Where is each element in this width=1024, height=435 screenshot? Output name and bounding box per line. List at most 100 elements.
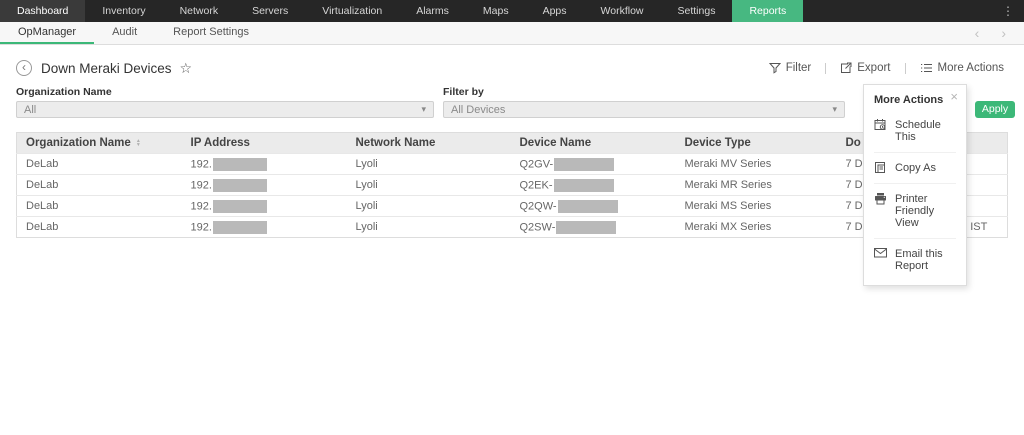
menu-item-label: Copy As xyxy=(895,162,936,174)
favorite-star-icon[interactable]: ☆ xyxy=(180,60,193,77)
chevron-down-icon: ▾ xyxy=(832,104,837,115)
redacted-text xyxy=(213,158,267,171)
column-device-type[interactable]: Device Type xyxy=(676,133,837,154)
header-actions: Filter Export More Actions xyxy=(765,62,1008,74)
separator xyxy=(825,63,826,74)
menu-title: More Actions xyxy=(874,94,956,106)
more-actions-button[interactable]: More Actions xyxy=(916,62,1008,74)
nav-dashboard[interactable]: Dashboard xyxy=(0,0,85,22)
cell-device-name: Q2SW- xyxy=(511,217,676,238)
table-row: DeLab 192. Lyoli Q2EK- Meraki MR Series … xyxy=(17,175,1008,196)
cell-network-name: Lyoli xyxy=(347,154,511,175)
filter-by-select[interactable]: All Devices ▾ xyxy=(443,101,845,118)
organization-filter: Organization Name All ▾ xyxy=(16,86,434,118)
sub-navigation: OpManager Audit Report Settings ‹ › xyxy=(0,22,1024,45)
back-button[interactable]: ‹ xyxy=(16,60,32,76)
menu-item-label: Printer Friendly View xyxy=(895,193,956,229)
cell-organization: DeLab xyxy=(17,175,182,196)
list-icon xyxy=(920,62,933,74)
tab-report-settings[interactable]: Report Settings xyxy=(155,22,267,44)
cell-device-type: Meraki MV Series xyxy=(676,154,837,175)
nav-alarms[interactable]: Alarms xyxy=(399,0,466,22)
column-label: Organization Name xyxy=(26,137,131,149)
page-title: Down Meraki Devices xyxy=(41,61,172,76)
menu-item-schedule-this[interactable]: Schedule This xyxy=(874,110,956,152)
cell-device-type: Meraki MR Series xyxy=(676,175,837,196)
filter-button[interactable]: Filter xyxy=(765,62,816,74)
copy-icon xyxy=(874,162,887,174)
nav-apps[interactable]: Apps xyxy=(526,0,584,22)
column-device-name[interactable]: Device Name xyxy=(511,133,676,154)
table-row: DeLab 192. Lyoli Q2GV- Meraki MV Series … xyxy=(17,154,1008,175)
cell-network-name: Lyoli xyxy=(347,175,511,196)
nav-virtualization[interactable]: Virtualization xyxy=(305,0,399,22)
cell-ip-address: 192. xyxy=(182,196,347,217)
nav-workflow[interactable]: Workflow xyxy=(584,0,661,22)
redacted-text xyxy=(554,158,614,171)
page-header: ‹ Down Meraki Devices ☆ Filter Export xyxy=(16,57,1008,79)
table-row: DeLab 192. Lyoli Q2QW- Meraki MS Series … xyxy=(17,196,1008,217)
cell-device-name: Q2GV- xyxy=(511,154,676,175)
redacted-text xyxy=(556,221,616,234)
column-ip-address[interactable]: IP Address xyxy=(182,133,347,154)
tab-opmanager[interactable]: OpManager xyxy=(0,22,94,44)
redacted-text xyxy=(558,200,618,213)
cell-device-name: Q2QW- xyxy=(511,196,676,217)
export-button[interactable]: Export xyxy=(836,62,894,74)
funnel-icon xyxy=(769,62,781,74)
column-network-name[interactable]: Network Name xyxy=(347,133,511,154)
cell-ip-address: 192. xyxy=(182,217,347,238)
apply-button[interactable]: Apply xyxy=(975,101,1015,118)
cell-ip-address: 192. xyxy=(182,154,347,175)
filters-row: Organization Name All ▾ Filter by All De… xyxy=(16,86,1008,120)
cell-device-type: Meraki MX Series xyxy=(676,217,837,238)
separator xyxy=(905,63,906,74)
nav-network[interactable]: Network xyxy=(163,0,236,22)
printer-icon xyxy=(874,193,887,205)
chevron-left-icon[interactable]: ‹ xyxy=(975,25,980,41)
menu-item-email-this-report[interactable]: Email this Report xyxy=(874,238,956,281)
filter-by-filter: Filter by All Devices ▾ xyxy=(443,86,845,118)
subnav-pager: ‹ › xyxy=(975,22,1024,44)
chevron-right-icon[interactable]: › xyxy=(1001,25,1006,41)
menu-item-copy-as[interactable]: Copy As xyxy=(874,152,956,183)
redacted-text xyxy=(213,221,267,234)
top-navigation: Dashboard Inventory Network Servers Virt… xyxy=(0,0,1024,22)
more-actions-menu: More Actions × Schedule This Copy As Pri… xyxy=(863,84,967,286)
opmanager-report-page: Dashboard Inventory Network Servers Virt… xyxy=(0,0,1024,435)
menu-items: Schedule This Copy As Printer Friendly V… xyxy=(874,110,956,281)
filter-by-label: Filter by xyxy=(443,86,845,98)
cell-organization: DeLab xyxy=(17,196,182,217)
close-icon[interactable]: × xyxy=(950,91,958,103)
cell-ip-address: 192. xyxy=(182,175,347,196)
sort-icon[interactable]: ▲▼ xyxy=(136,139,141,147)
nav-servers[interactable]: Servers xyxy=(235,0,305,22)
menu-item-printer-friendly-view[interactable]: Printer Friendly View xyxy=(874,183,956,238)
cell-organization: DeLab xyxy=(17,217,182,238)
chevron-down-icon: ▾ xyxy=(421,104,426,115)
table-row: DeLab 192. Lyoli Q2SW- Meraki MX Series … xyxy=(17,217,1008,238)
filter-by-value: All Devices xyxy=(451,104,505,116)
more-actions-label: More Actions xyxy=(938,62,1004,74)
table-header-row: Organization Name ▲▼ IP Address Network N… xyxy=(17,133,1008,154)
kebab-menu-icon[interactable]: ⋮ xyxy=(992,0,1024,22)
filter-label: Filter xyxy=(786,62,812,74)
nav-reports[interactable]: Reports xyxy=(732,0,803,22)
organization-select[interactable]: All ▾ xyxy=(16,101,434,118)
cell-organization: DeLab xyxy=(17,154,182,175)
nav-settings[interactable]: Settings xyxy=(661,0,733,22)
column-organization-name[interactable]: Organization Name ▲▼ xyxy=(17,133,182,154)
report-table: Organization Name ▲▼ IP Address Network N… xyxy=(16,132,1008,238)
menu-item-label: Schedule This xyxy=(895,119,956,143)
redacted-text xyxy=(213,179,267,192)
cell-network-name: Lyoli xyxy=(347,217,511,238)
tab-audit[interactable]: Audit xyxy=(94,22,155,44)
report-table-container: Organization Name ▲▼ IP Address Network N… xyxy=(16,132,1008,238)
organization-label: Organization Name xyxy=(16,86,434,98)
nav-inventory[interactable]: Inventory xyxy=(85,0,162,22)
organization-value: All xyxy=(24,104,36,116)
envelope-icon xyxy=(874,248,887,258)
nav-maps[interactable]: Maps xyxy=(466,0,526,22)
export-label: Export xyxy=(857,62,890,74)
redacted-text xyxy=(554,179,614,192)
